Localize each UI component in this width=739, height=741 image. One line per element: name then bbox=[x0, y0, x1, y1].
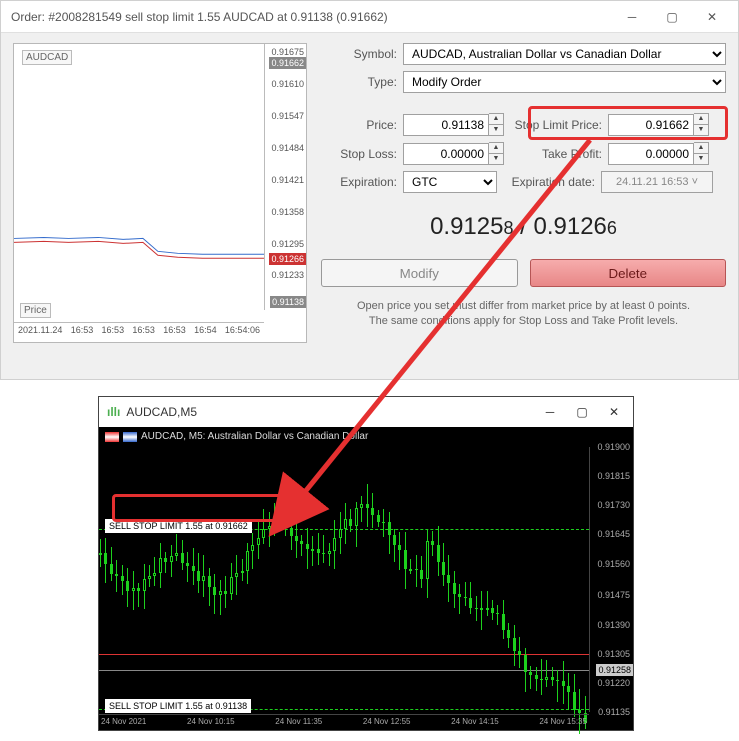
flag-icon-cad bbox=[123, 432, 137, 442]
stoploss-spinner[interactable]: ▲▼ bbox=[489, 142, 504, 165]
window-buttons: ─ ▢ ✕ bbox=[612, 3, 732, 31]
chart-window-title: AUDCAD,M5 bbox=[126, 405, 197, 419]
expiration-label: Expiration: bbox=[321, 175, 397, 189]
chart-header: AUDCAD, M5: Australian Dollar vs Canadia… bbox=[105, 431, 368, 442]
highlight-stoplimit bbox=[528, 106, 728, 140]
chart-y-current: 0.91258 bbox=[596, 664, 633, 676]
highlight-order-tag bbox=[112, 494, 292, 522]
flag-icon-aus bbox=[105, 432, 119, 442]
chart-body: AUDCAD, M5: Australian Dollar vs Canadia… bbox=[99, 427, 633, 730]
stoploss-input[interactable] bbox=[403, 143, 489, 165]
window-title: Order: #2008281549 sell stop limit 1.55 … bbox=[11, 10, 388, 24]
mini-y-price: 0.91138 bbox=[270, 296, 306, 308]
chart-close-button[interactable]: ✕ bbox=[599, 401, 629, 423]
mini-chart-price-label: Price bbox=[20, 303, 51, 318]
price-spinner[interactable]: ▲▼ bbox=[489, 113, 504, 136]
chart-plot[interactable]: SELL STOP LIMIT 1.55 at 0.91662 SELL STO… bbox=[99, 447, 589, 712]
symbol-select[interactable]: AUDCAD, Australian Dollar vs Canadian Do… bbox=[403, 43, 726, 65]
chart-titlebar: ıllı AUDCAD,M5 ─ ▢ ✕ bbox=[99, 397, 633, 427]
chart-icon: ıllı bbox=[107, 405, 120, 419]
maximize-button[interactable]: ▢ bbox=[652, 3, 692, 31]
mini-chart-plot bbox=[14, 44, 264, 310]
mini-y-bid: 0.91266 bbox=[269, 253, 306, 265]
chart-x-axis: 24 Nov 2021 24 Nov 10:15 24 Nov 11:35 24… bbox=[99, 714, 589, 730]
chart-maximize-button[interactable]: ▢ bbox=[567, 401, 597, 423]
mini-chart-x-axis: 2021.11.24 16:53 16:53 16:53 16:53 16:54… bbox=[14, 322, 264, 342]
takeprofit-spinner[interactable]: ▲▼ bbox=[694, 142, 709, 165]
takeprofit-label: Take Profit: bbox=[510, 147, 602, 161]
takeprofit-input[interactable] bbox=[608, 143, 694, 165]
order-dialog: Order: #2008281549 sell stop limit 1.55 … bbox=[0, 0, 739, 380]
modify-button[interactable]: Modify bbox=[321, 259, 518, 287]
expiration-select[interactable]: GTC bbox=[403, 171, 497, 193]
symbol-label: Symbol: bbox=[321, 47, 397, 61]
type-select[interactable]: Modify Order bbox=[403, 71, 726, 93]
bid-ask-display: 0.91258 / 0.91266 bbox=[321, 199, 726, 253]
stoploss-label: Stop Loss: bbox=[321, 147, 397, 161]
titlebar: Order: #2008281549 sell stop limit 1.55 … bbox=[1, 1, 738, 33]
order-form: Symbol: AUDCAD, Australian Dollar vs Can… bbox=[321, 43, 726, 343]
price-label: Price: bbox=[321, 118, 397, 132]
mini-chart: AUDCAD 0.91675 0.91662 0.91610 0.91547 0… bbox=[13, 43, 307, 343]
expdate-input: 24.11.21 16:53 ˅ bbox=[601, 171, 713, 193]
chart-y-axis: 0.91900 0.91815 0.91730 0.91645 0.91560 … bbox=[589, 447, 633, 712]
chart-minimize-button[interactable]: ─ bbox=[535, 401, 565, 423]
delete-button[interactable]: Delete bbox=[530, 259, 727, 287]
note-text: Open price you set must differ from mark… bbox=[321, 293, 726, 330]
mini-chart-y-axis: 0.91675 0.91662 0.91610 0.91547 0.91484 … bbox=[264, 44, 306, 310]
order-tag-lower: SELL STOP LIMIT 1.55 at 0.91138 bbox=[105, 699, 251, 713]
mini-y-stoplimit: 0.91662 bbox=[269, 57, 306, 69]
price-input[interactable] bbox=[403, 114, 489, 136]
type-label: Type: bbox=[321, 75, 397, 89]
expdate-label: Expiration date: bbox=[503, 175, 595, 189]
close-button[interactable]: ✕ bbox=[692, 3, 732, 31]
chart-window: ıllı AUDCAD,M5 ─ ▢ ✕ AUDCAD, M5: Australi… bbox=[98, 396, 634, 731]
minimize-button[interactable]: ─ bbox=[612, 3, 652, 31]
